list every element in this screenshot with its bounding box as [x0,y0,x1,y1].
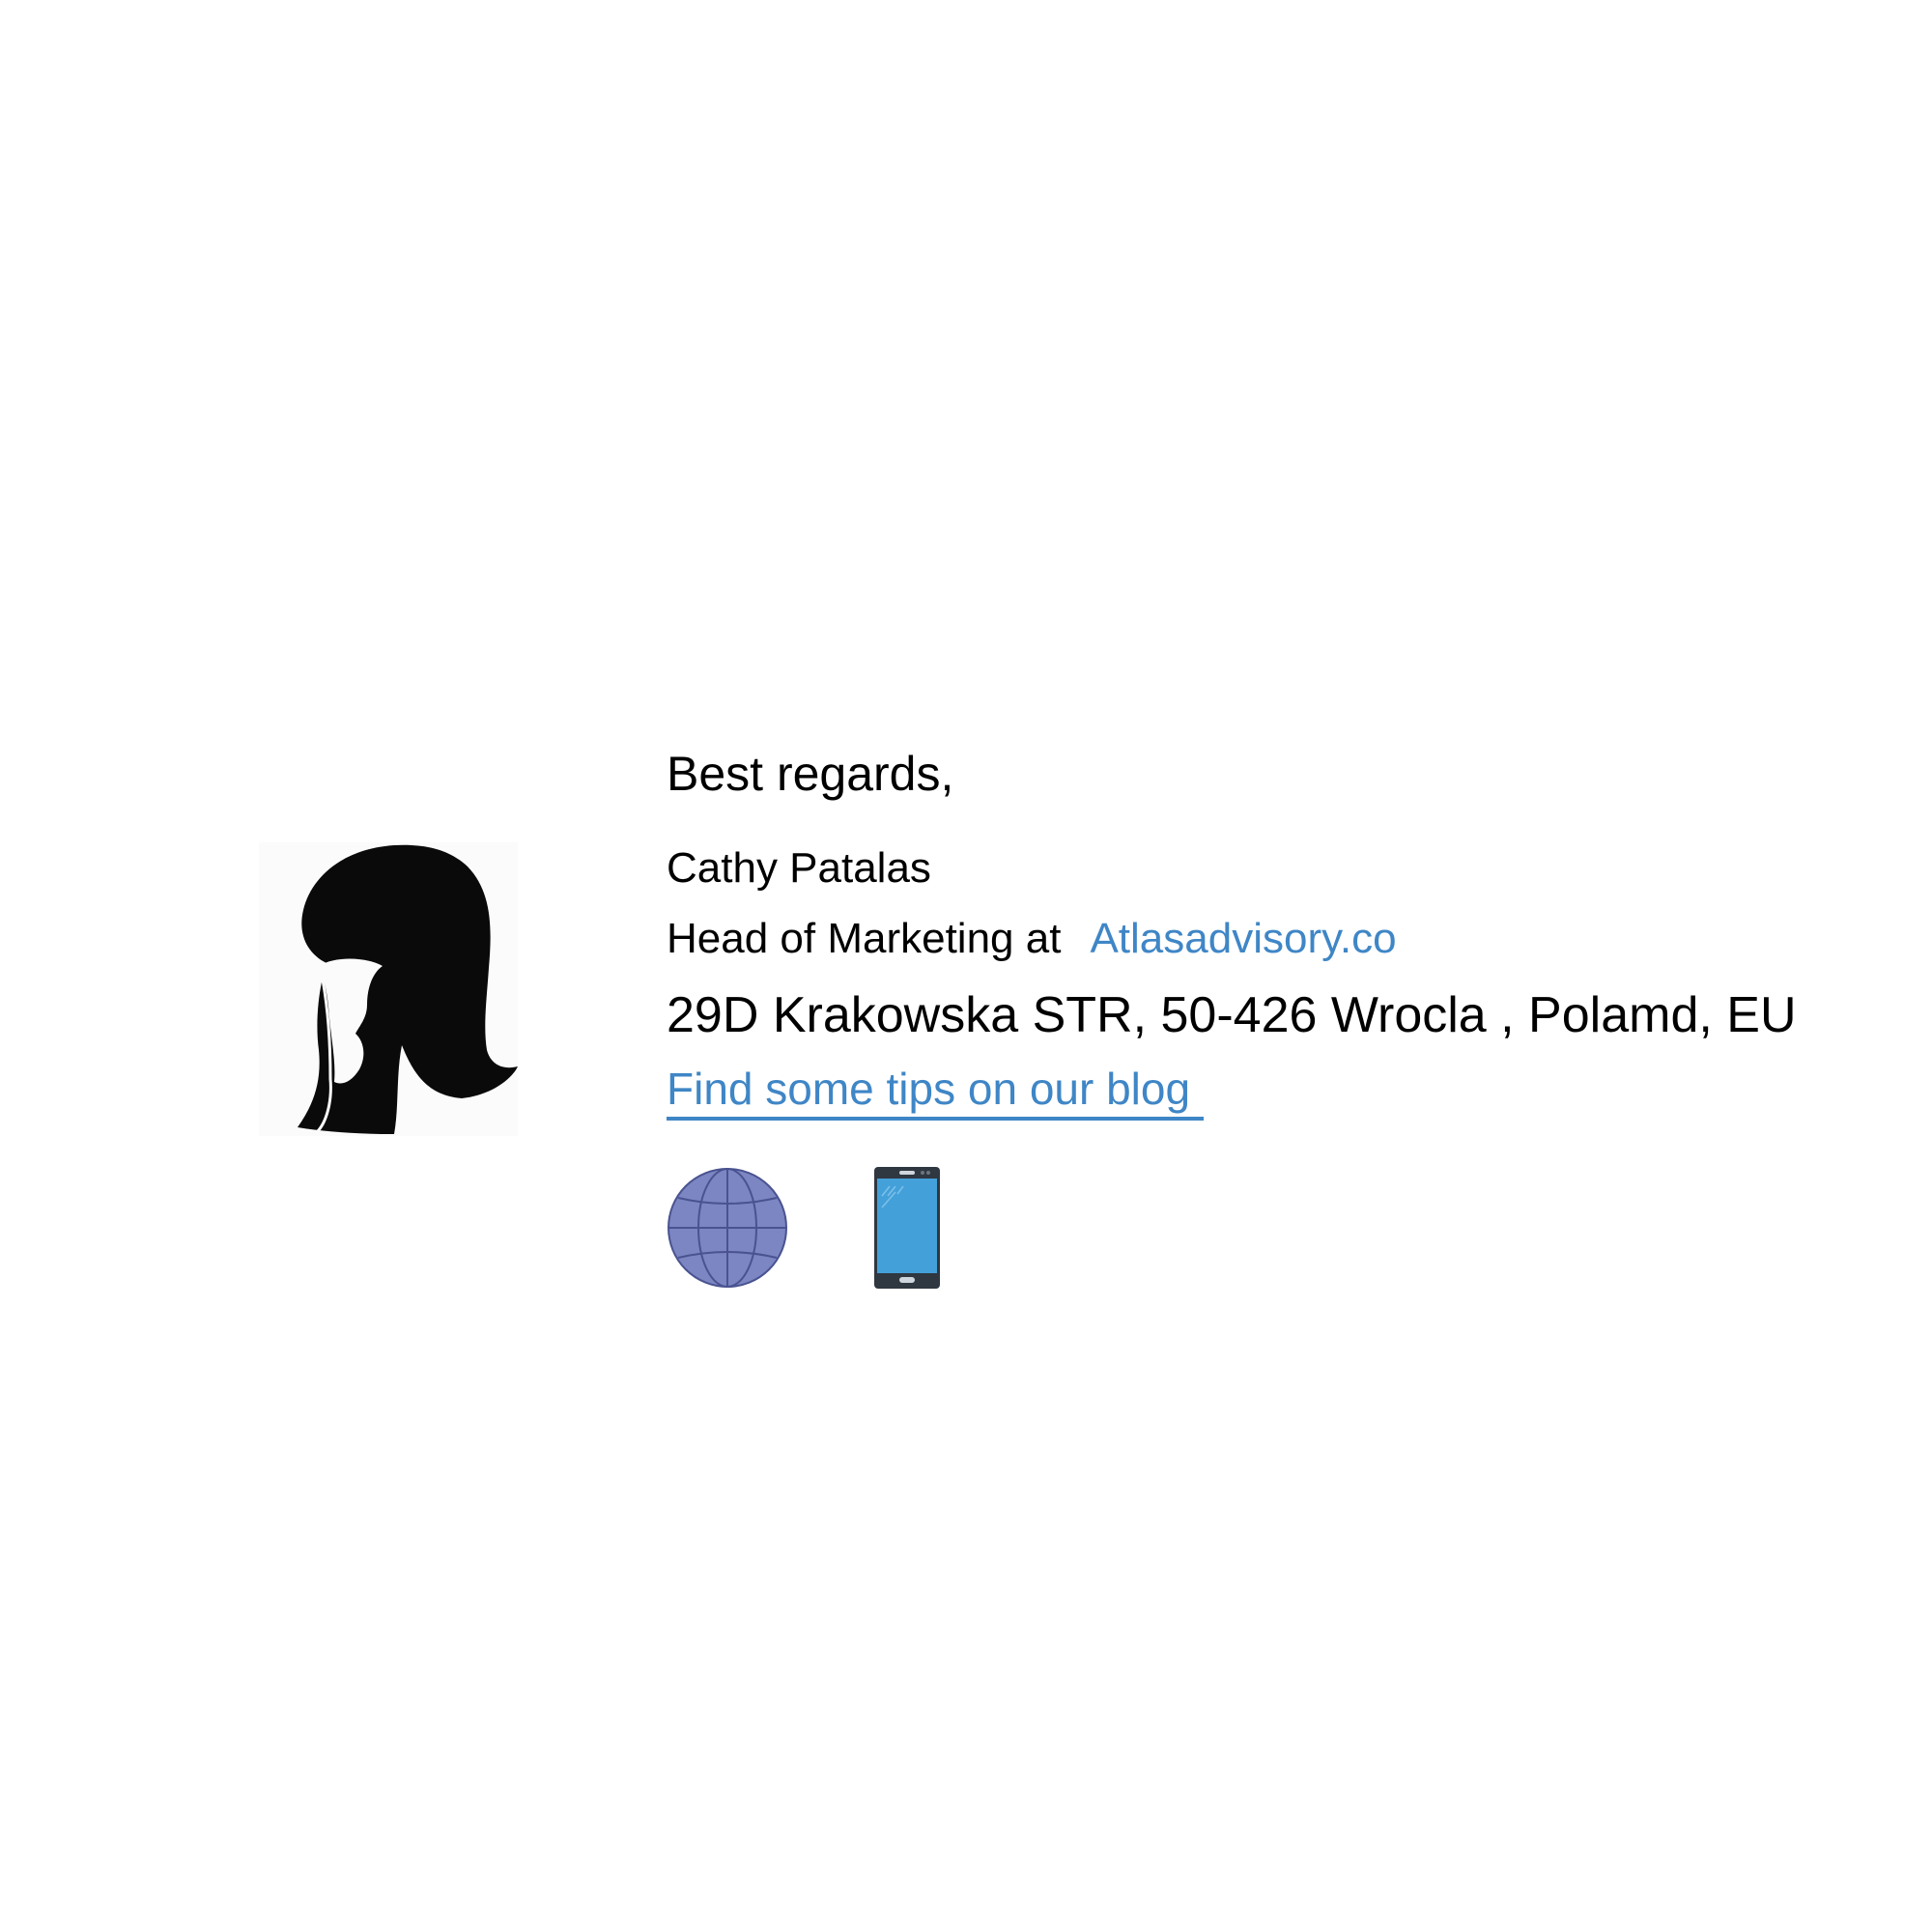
greeting-text: Best regards, [667,747,954,801]
woman-silhouette-icon [259,842,518,1136]
job-title: Head of Marketing at [667,915,1062,962]
blog-link[interactable]: Find some tips on our blog [667,1066,1205,1121]
company-website-link[interactable]: Atlasadvisory.co [1090,915,1396,962]
avatar [259,842,518,1136]
globe-icon[interactable] [667,1167,788,1289]
sender-name: Cathy Patalas [667,844,931,892]
job-title-line: Head of Marketing at Atlasadvisory.co [667,918,1397,960]
smartphone-icon[interactable] [874,1167,940,1289]
postal-address: 29D Krakowska STR, 50-426 Wrocla , Polam… [667,987,1797,1043]
email-signature: Best regards, Cathy Patalas Head of Mark… [0,0,1932,1932]
